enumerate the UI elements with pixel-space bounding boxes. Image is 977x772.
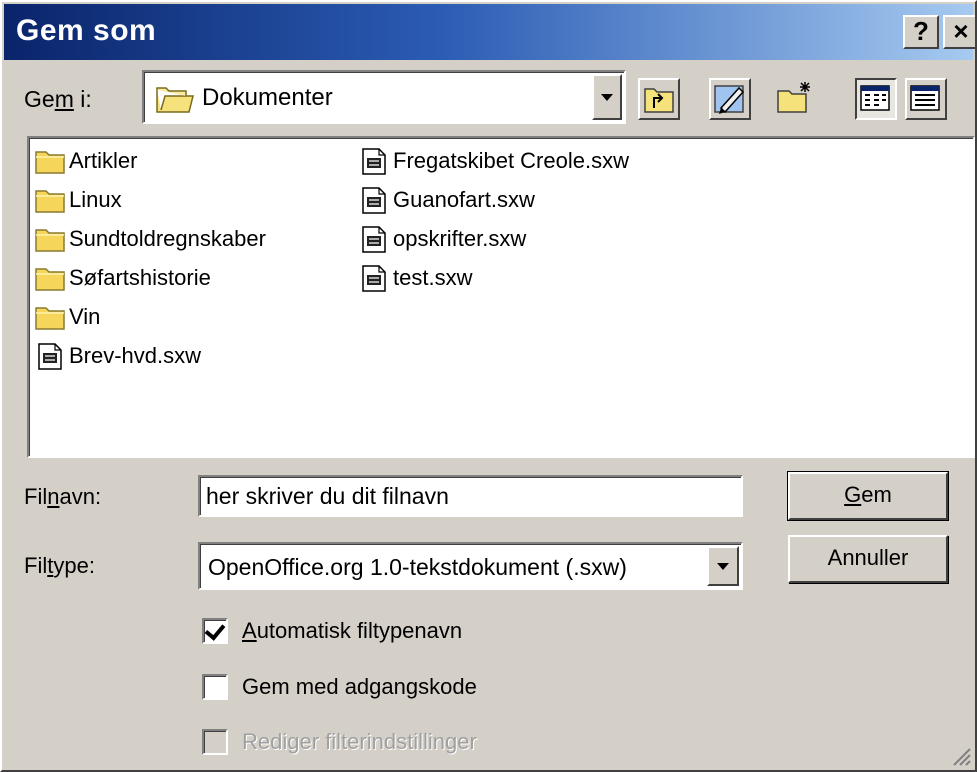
save-in-label: Gem i: — [24, 86, 92, 112]
close-icon: × — [953, 16, 969, 46]
item-label: opskrifter.sxw — [393, 226, 527, 251]
list-view-icon — [860, 85, 890, 111]
folder-up-icon — [644, 88, 674, 113]
new-folder-button[interactable] — [775, 78, 817, 120]
help-icon: ? — [913, 16, 929, 46]
file-item[interactable]: Brev-hvd.sxw — [35, 339, 201, 373]
document-icon — [359, 225, 389, 253]
filetype-label: Filtype: — [24, 553, 95, 578]
item-label: Fregatskibet Creole.sxw — [393, 148, 629, 173]
folder-item[interactable]: Vin — [35, 300, 100, 334]
new-folder-icon — [777, 82, 810, 113]
item-label: Artikler — [69, 148, 138, 173]
folder-icon — [35, 186, 65, 214]
folder-icon — [35, 264, 65, 292]
cancel-button[interactable]: Annuller — [788, 535, 948, 583]
filename-label: Filnavn: — [24, 484, 102, 509]
auto-extension-label: Automatisk filtypenavn — [242, 618, 463, 643]
folder-icon — [35, 225, 65, 253]
edit-icon — [714, 85, 745, 114]
list-view-button[interactable] — [855, 78, 897, 120]
window-title: Gem som — [16, 14, 157, 47]
filetype-value: OpenOffice.org 1.0-tekstdokument (.sxw) — [208, 554, 627, 580]
filter-settings-option: Rediger filterindstillinger — [202, 725, 477, 759]
auto-extension-option[interactable]: Automatisk filtypenavn — [202, 614, 462, 648]
document-icon — [359, 186, 389, 214]
document-icon — [359, 147, 389, 175]
item-label: Linux — [69, 187, 122, 212]
item-label: Søfartshistorie — [69, 265, 211, 290]
resize-grip-icon[interactable] — [949, 744, 971, 766]
filetype-dropdown-arrow[interactable] — [707, 546, 739, 586]
item-label: Vin — [69, 304, 101, 329]
file-item[interactable]: Guanofart.sxw — [359, 183, 535, 217]
filter-settings-checkbox — [202, 729, 228, 755]
save-as-dialog: Gem som ? × Gem i: Dokumenter Artikler L… — [0, 0, 977, 772]
file-item[interactable]: opskrifter.sxw — [359, 222, 526, 256]
item-label: Sundtoldregnskaber — [69, 226, 266, 251]
location-value: Dokumenter — [202, 84, 333, 111]
item-label: Guanofart.sxw — [393, 187, 535, 212]
file-item[interactable]: test.sxw — [359, 261, 472, 295]
details-view-button[interactable] — [905, 78, 947, 120]
folder-icon — [35, 147, 65, 175]
folder-item[interactable]: Artikler — [35, 144, 137, 178]
location-dropdown-arrow[interactable] — [592, 74, 622, 120]
close-button[interactable]: × — [943, 15, 975, 49]
folder-icon — [35, 303, 65, 331]
password-label: Gem med adgangskode — [242, 674, 477, 699]
folder-item[interactable]: Sundtoldregnskaber — [35, 222, 266, 256]
help-button[interactable]: ? — [903, 15, 939, 49]
file-item[interactable]: Fregatskibet Creole.sxw — [359, 144, 629, 178]
location-dropdown[interactable]: Dokumenter — [142, 70, 626, 124]
document-icon — [35, 342, 65, 370]
password-option[interactable]: Gem med adgangskode — [202, 670, 477, 704]
save-button[interactable]: Gem — [787, 471, 949, 521]
open-folder-icon — [156, 87, 194, 113]
filter-settings-label: Rediger filterindstillinger — [242, 729, 477, 754]
folder-item[interactable]: Søfartshistorie — [35, 261, 211, 295]
up-one-level-button[interactable] — [638, 78, 680, 120]
item-label: Brev-hvd.sxw — [69, 343, 202, 368]
edit-button[interactable] — [709, 78, 751, 120]
document-icon — [359, 264, 389, 292]
title-bar[interactable]: Gem som ? × — [4, 4, 975, 60]
auto-extension-checkbox[interactable] — [202, 618, 228, 644]
details-view-icon — [910, 85, 940, 111]
file-list[interactable]: Artikler Linux Sundtoldregnskaber Søfartshi… — [27, 136, 975, 458]
password-checkbox[interactable] — [202, 674, 228, 700]
folder-item[interactable]: Linux — [35, 183, 122, 217]
item-label: test.sxw — [393, 265, 473, 290]
filename-input[interactable] — [198, 475, 743, 517]
filetype-dropdown[interactable]: OpenOffice.org 1.0-tekstdokument (.sxw) — [198, 542, 743, 590]
